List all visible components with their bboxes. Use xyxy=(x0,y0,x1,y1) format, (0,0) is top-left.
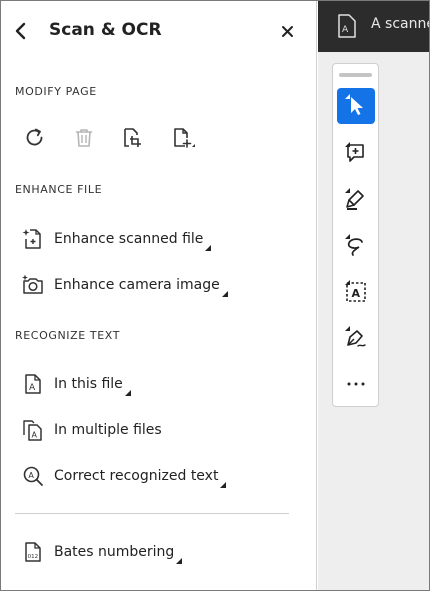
more-horizontal-icon xyxy=(347,382,365,386)
insert-page-button[interactable] xyxy=(170,125,196,151)
document-area: A A scanne A xyxy=(318,1,429,590)
svg-text:A: A xyxy=(29,383,36,393)
ocr-multiple-files-icon: A xyxy=(23,420,42,441)
section-title-modify-page: MODIFY PAGE xyxy=(15,85,97,98)
in-this-file-label: In this file xyxy=(54,376,123,392)
back-button[interactable] xyxy=(10,19,32,43)
rotate-button[interactable] xyxy=(22,125,48,151)
document-icon: A xyxy=(338,14,356,38)
svg-text:A: A xyxy=(28,471,34,480)
document-tab-title: A scanne xyxy=(371,16,429,32)
submenu-indicator-icon xyxy=(345,188,350,193)
scan-ocr-panel: Scan & OCR MODIFY PAGE ENHANCE FILE Enha… xyxy=(1,1,317,590)
in-multiple-files-item[interactable]: A In multiple files xyxy=(21,416,162,444)
divider xyxy=(15,513,289,514)
ocr-file-icon: A xyxy=(25,374,41,394)
crop-page-icon xyxy=(124,128,141,147)
toolbar-grip[interactable] xyxy=(339,73,372,77)
svg-text:012: 012 xyxy=(28,554,38,560)
select-tool-button[interactable] xyxy=(337,88,375,124)
section-title-enhance-file: ENHANCE FILE xyxy=(15,183,103,196)
enhance-scanned-file-item[interactable]: Enhance scanned file xyxy=(21,225,212,253)
add-comment-tool-button[interactable] xyxy=(337,136,375,172)
correct-recognized-text-label: Correct recognized text xyxy=(54,468,219,484)
enhance-scanned-file-label: Enhance scanned file xyxy=(54,231,204,247)
bates-numbering-item[interactable]: 012 Bates numbering xyxy=(21,538,183,566)
submenu-indicator-icon xyxy=(176,558,183,564)
draw-tool-button[interactable] xyxy=(337,228,375,264)
crop-page-button[interactable] xyxy=(120,125,146,151)
document-tab[interactable]: A A scanne xyxy=(318,1,429,52)
panel-title: Scan & OCR xyxy=(49,20,162,40)
enhance-camera-image-label: Enhance camera image xyxy=(54,277,220,293)
in-multiple-files-label: In multiple files xyxy=(54,422,162,438)
in-this-file-item[interactable]: A In this file xyxy=(21,370,131,398)
submenu-indicator-icon xyxy=(345,142,350,147)
submenu-indicator-icon xyxy=(345,280,350,285)
recognize-text-tool-button[interactable]: A xyxy=(337,274,375,310)
enhance-camera-icon xyxy=(22,274,43,294)
submenu-indicator-icon xyxy=(345,234,350,239)
enhance-scan-icon xyxy=(22,229,41,249)
close-icon xyxy=(282,26,293,37)
rotate-icon xyxy=(26,128,43,146)
more-tools-button[interactable] xyxy=(337,364,375,400)
svg-text:A: A xyxy=(342,25,349,35)
submenu-indicator-icon xyxy=(220,482,227,488)
highlight-tool-button[interactable] xyxy=(337,182,375,218)
submenu-indicator-icon xyxy=(205,245,212,251)
delete-icon xyxy=(76,129,92,147)
svg-text:A: A xyxy=(32,431,38,440)
submenu-indicator-icon xyxy=(345,94,350,99)
submenu-indicator-icon xyxy=(345,326,350,331)
bates-number-icon: 012 xyxy=(25,542,41,562)
close-button[interactable] xyxy=(279,21,297,41)
section-title-recognize-text: RECOGNIZE TEXT xyxy=(15,329,121,342)
bates-numbering-label: Bates numbering xyxy=(54,544,175,560)
submenu-indicator-icon xyxy=(124,390,131,396)
panel-header: Scan & OCR xyxy=(1,1,317,61)
correct-recognized-text-item[interactable]: A Correct recognized text xyxy=(21,462,227,490)
sign-tool-button[interactable] xyxy=(337,320,375,356)
enhance-camera-image-item[interactable]: Enhance camera image xyxy=(21,271,228,299)
svg-text:A: A xyxy=(352,287,361,300)
quick-tools-toolbar: A xyxy=(332,63,379,407)
search-text-icon: A xyxy=(23,466,43,486)
chevron-left-icon xyxy=(15,22,26,40)
insert-page-icon xyxy=(174,128,195,148)
submenu-indicator-icon xyxy=(221,291,228,297)
delete-page-button[interactable] xyxy=(71,125,97,151)
